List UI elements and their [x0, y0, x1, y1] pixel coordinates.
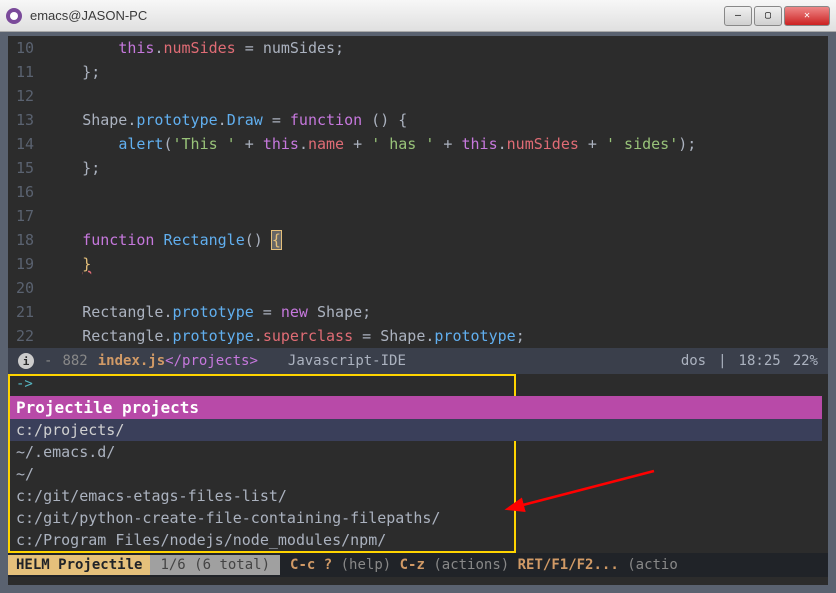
- line-number: 21: [16, 300, 34, 324]
- code-line[interactable]: };: [46, 156, 696, 180]
- helm-item[interactable]: c:/projects/: [10, 419, 822, 441]
- code-line[interactable]: Shape.prototype.Draw = function () {: [46, 108, 696, 132]
- window-controls: [724, 6, 830, 26]
- line-number: 13: [16, 108, 34, 132]
- code-line[interactable]: };: [46, 60, 696, 84]
- line-number: 17: [16, 204, 34, 228]
- titlebar[interactable]: emacs@JASON-PC: [0, 0, 836, 32]
- code-pane[interactable]: 10111213141516171819202122 this.numSides…: [8, 36, 828, 348]
- modeline-pct: 22%: [793, 353, 818, 369]
- modeline-sep: |: [718, 353, 726, 369]
- code-line[interactable]: }: [46, 252, 696, 276]
- editor-area: 10111213141516171819202122 this.numSides…: [8, 36, 828, 585]
- code-line[interactable]: this.numSides = numSides;: [46, 36, 696, 60]
- line-number: 16: [16, 180, 34, 204]
- helm-prompt[interactable]: ->: [10, 376, 514, 396]
- line-number: 15: [16, 156, 34, 180]
- helm-item[interactable]: ~/.emacs.d/: [10, 441, 822, 463]
- code-line[interactable]: [46, 180, 696, 204]
- code-line[interactable]: alert('This ' + this.name + ' has ' + th…: [46, 132, 696, 156]
- modeline-mode: Javascript-IDE: [288, 353, 406, 369]
- line-number: 10: [16, 36, 34, 60]
- code-line[interactable]: Rectangle.prototype = new Shape;: [46, 300, 696, 324]
- close-button[interactable]: [784, 6, 830, 26]
- code-line[interactable]: function Rectangle() {: [46, 228, 696, 252]
- line-number: 20: [16, 276, 34, 300]
- line-number: 11: [16, 60, 34, 84]
- code-line[interactable]: [46, 84, 696, 108]
- line-number: 18: [16, 228, 34, 252]
- code-content[interactable]: this.numSides = numSides; }; Shape.proto…: [46, 36, 696, 348]
- line-number: 19: [16, 252, 34, 276]
- code-line[interactable]: [46, 276, 696, 300]
- modeline-dash: -: [44, 353, 52, 369]
- app-icon: [6, 8, 22, 24]
- helm-header: Projectile projects: [10, 396, 822, 419]
- helm-item[interactable]: c:/git/emacs-etags-files-list/: [10, 485, 822, 507]
- code-line[interactable]: Rectangle.prototype.superclass = Shape.p…: [46, 324, 696, 348]
- helm-item[interactable]: ~/: [10, 463, 822, 485]
- maximize-button[interactable]: [754, 6, 782, 26]
- helm-item[interactable]: c:/git/python-create-file-containing-fil…: [10, 507, 822, 529]
- modeline-eol: dos: [681, 353, 706, 369]
- helm-ml-count: 1/6 (6 total): [150, 555, 280, 575]
- modeline-buffer: index.js: [98, 353, 165, 369]
- helm-ml-title: HELM Projectile: [8, 555, 150, 575]
- code-line[interactable]: [46, 204, 696, 228]
- modeline-project: </projects>: [165, 353, 258, 369]
- modeline-size: 882: [62, 353, 87, 369]
- line-number: 22: [16, 324, 34, 348]
- modeline-line: 18:25: [739, 353, 781, 369]
- helm-modeline: HELM Projectile 1/6 (6 total) C-c ? (hel…: [8, 553, 828, 577]
- line-number-gutter: 10111213141516171819202122: [8, 36, 46, 348]
- minimize-button[interactable]: [724, 6, 752, 26]
- window-title: emacs@JASON-PC: [30, 8, 147, 23]
- helm-item[interactable]: c:/Program Files/nodejs/node_modules/npm…: [10, 529, 822, 551]
- helm-pane: -> Projectile projects c:/projects/~/.em…: [8, 374, 828, 577]
- annotation-highlight: -> Projectile projects c:/projects/~/.em…: [8, 374, 516, 553]
- helm-list[interactable]: c:/projects/~/.emacs.d/~/c:/git/emacs-et…: [10, 419, 822, 551]
- modeline: i - 882 index.js</projects> Javascript-I…: [8, 348, 828, 374]
- helm-ml-help: C-c ? (help) C-z (actions) RET/F1/F2... …: [280, 557, 688, 573]
- line-number: 14: [16, 132, 34, 156]
- info-icon: i: [18, 353, 34, 369]
- line-number: 12: [16, 84, 34, 108]
